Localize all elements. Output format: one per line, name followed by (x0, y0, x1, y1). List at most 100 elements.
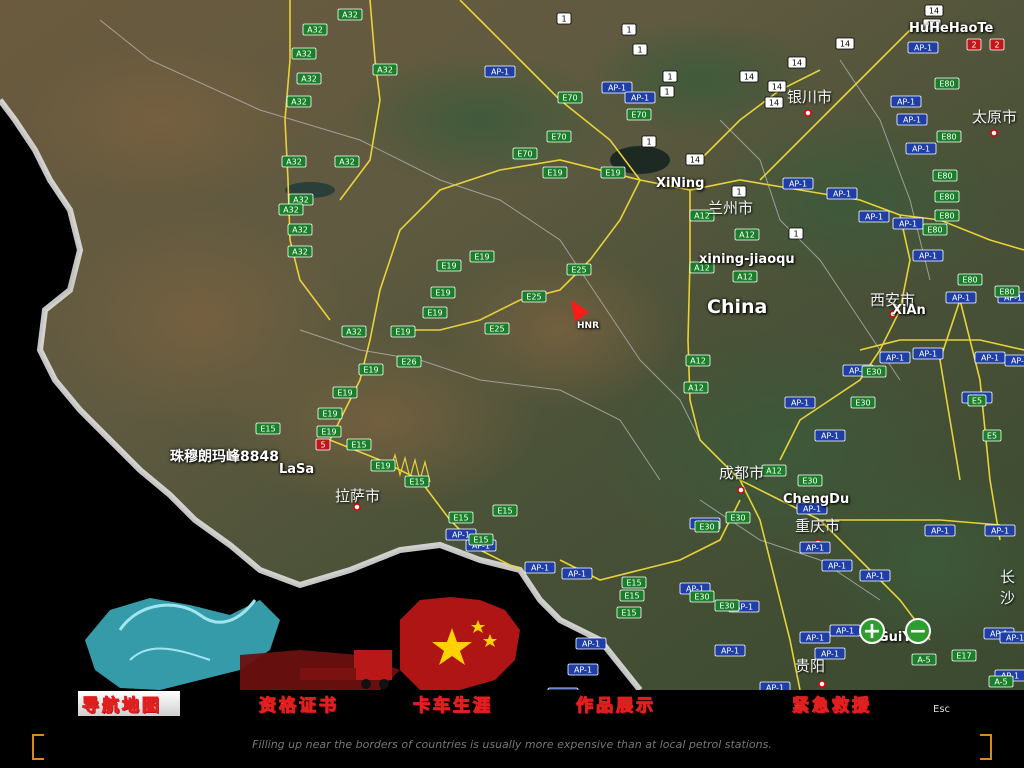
map-label-chongqing-cn: 重庆市 (795, 517, 841, 535)
svg-text:1: 1 (626, 26, 631, 35)
road-shield: 1 (556, 12, 572, 25)
road-shield: AP-1 (907, 41, 939, 54)
svg-text:E80: E80 (941, 133, 956, 142)
road-shield: E80 (932, 169, 958, 182)
menu-certificate[interactable]: 资格证书 (259, 691, 339, 717)
road-shield: AP-1 (892, 217, 924, 230)
road-shield: AP-1 (561, 567, 593, 580)
zoom-in-button[interactable]: + (859, 618, 885, 644)
road-shield: AP-1 (879, 351, 911, 364)
city-label-xian[interactable]: XiAn (892, 303, 926, 318)
svg-text:AP-1: AP-1 (1011, 357, 1024, 366)
menu-rescue[interactable]: 紧急救援 (792, 691, 872, 717)
road-shield: A32 (334, 155, 360, 168)
city-label-xining[interactable]: XiNing (656, 176, 704, 191)
road-shield: 1 (659, 85, 675, 98)
road-shield: E19 (370, 459, 396, 472)
svg-text:A32: A32 (346, 328, 362, 337)
road-shield: 2 (989, 38, 1005, 51)
esc-button[interactable]: Esc (933, 704, 950, 715)
svg-text:AP-1: AP-1 (806, 634, 824, 643)
svg-text:E15: E15 (409, 478, 424, 487)
svg-text:AP-1: AP-1 (919, 350, 937, 359)
satellite-map[interactable]: A32A32A32A32A32A32A32A32A32A32A32A32A32A… (0, 0, 1024, 690)
road-shield: AP-1 (890, 95, 922, 108)
menu-works[interactable]: 作品展示 (576, 691, 656, 717)
road-shield: E19 (422, 306, 448, 319)
road-shield: E15 (616, 606, 642, 619)
road-shield: AP-1 (759, 681, 791, 690)
road-shield: E5 (982, 429, 1002, 442)
zoom-out-button[interactable]: − (905, 618, 931, 644)
road-shield: E15 (346, 438, 372, 451)
city-label-huhehaote[interactable]: HuHeHaoTe (909, 21, 993, 36)
road-shield: A32 (341, 325, 367, 338)
road-shield: E19 (430, 286, 456, 299)
svg-text:E15: E15 (497, 507, 512, 516)
svg-text:E70: E70 (551, 133, 566, 142)
svg-text:E15: E15 (351, 441, 366, 450)
svg-text:E15: E15 (453, 514, 468, 523)
city-label-chengdu[interactable]: ChengDu (783, 492, 849, 507)
road-shield: A12 (732, 270, 758, 283)
road-shield: AP-1 (782, 177, 814, 190)
road-shield: AP-1 (912, 249, 944, 262)
svg-text:AP-1: AP-1 (899, 220, 917, 229)
svg-text:AP-1: AP-1 (836, 627, 854, 636)
city-label-lasa[interactable]: LaSa (279, 462, 314, 477)
svg-text:A32: A32 (291, 98, 307, 107)
svg-text:E19: E19 (435, 289, 450, 298)
svg-text:E30: E30 (802, 477, 817, 486)
road-shield: E80 (936, 130, 962, 143)
map-label-chengdu-cn: 成都市 (719, 464, 765, 482)
svg-text:1: 1 (793, 230, 798, 239)
svg-text:A32: A32 (292, 226, 308, 235)
road-shield: A32 (287, 245, 313, 258)
svg-text:E15: E15 (260, 425, 275, 434)
road-shield: AP-1 (524, 561, 556, 574)
svg-text:AP-1: AP-1 (886, 354, 904, 363)
svg-text:E80: E80 (939, 212, 954, 221)
svg-text:A12: A12 (766, 467, 782, 476)
menu-career[interactable]: 卡车生涯 (413, 691, 493, 717)
svg-text:E15: E15 (473, 536, 488, 545)
city-label-xining-jiaoqu[interactable]: xining-jiaoqu (699, 252, 795, 267)
svg-text:1: 1 (646, 138, 651, 147)
road-shield: A32 (337, 8, 363, 21)
svg-text:E15: E15 (626, 579, 641, 588)
svg-text:A32: A32 (296, 50, 312, 59)
svg-text:E19: E19 (427, 309, 442, 318)
road-shield: AP-1 (984, 524, 1016, 537)
svg-text:AP-1: AP-1 (931, 527, 949, 536)
road-shield: E30 (714, 599, 740, 612)
svg-text:E30: E30 (866, 368, 881, 377)
road-shield: A32 (302, 23, 328, 36)
road-shield: E15 (255, 422, 281, 435)
road-shield: E80 (994, 285, 1020, 298)
road-shield: AP-1 (912, 347, 944, 360)
road-shield: A12 (683, 381, 709, 394)
road-shield: A32 (291, 47, 317, 60)
road-shield: E70 (546, 130, 572, 143)
svg-text:E17: E17 (956, 652, 971, 661)
svg-text:A-5: A-5 (994, 678, 1007, 687)
road-shield: AP-1 (1004, 354, 1024, 367)
svg-text:14: 14 (929, 7, 939, 16)
road-shield: 14 (764, 96, 784, 109)
road-shield: 1 (662, 70, 678, 83)
road-shield: E15 (492, 504, 518, 517)
svg-text:AP-1: AP-1 (919, 252, 937, 261)
svg-text:A32: A32 (342, 11, 358, 20)
road-shield: E5 (967, 394, 987, 407)
road-shield: E19 (332, 386, 358, 399)
menu-nav-map[interactable]: 导航地图 (78, 691, 180, 717)
road-shield: 14 (787, 56, 807, 69)
road-shield: E19 (390, 325, 416, 338)
road-shield: AP-1 (624, 91, 656, 104)
svg-text:AP-1: AP-1 (903, 116, 921, 125)
svg-text:AP-1: AP-1 (912, 145, 930, 154)
svg-text:A-5: A-5 (917, 656, 930, 665)
landmark-label-everest: 珠穆朗玛峰8848 (170, 449, 279, 465)
svg-text:A32: A32 (283, 206, 299, 215)
road-shield: E30 (850, 396, 876, 409)
